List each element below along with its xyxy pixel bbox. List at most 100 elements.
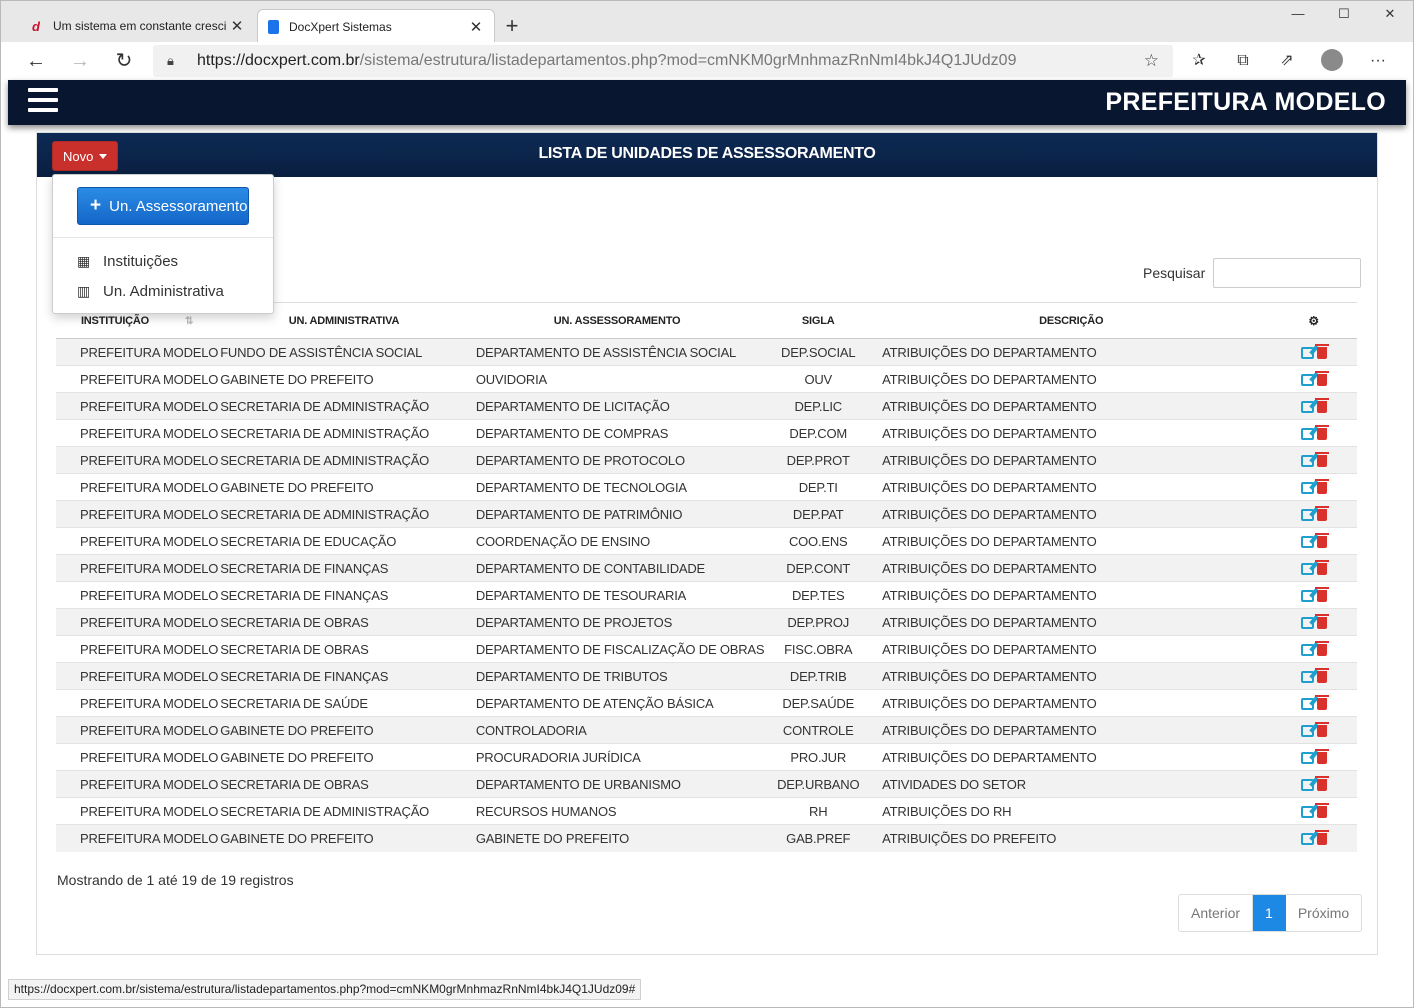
cell-sigla: DEP.PROT	[764, 446, 873, 474]
edit-icon[interactable]	[1300, 536, 1314, 549]
table-row: PREFEITURA MODELO SECRETARIA DE OBRAS DEPA…	[56, 608, 1357, 636]
column-header-un-assessoramento[interactable]: UN. ASSESSORAMENTO	[469, 302, 765, 339]
cell-un-assessoramento: CONTROLADORIA	[469, 716, 765, 744]
edit-icon[interactable]	[1300, 347, 1314, 360]
cell-un-administrativa: SECRETARIA DE ADMINISTRAÇÃO	[218, 797, 470, 825]
column-header-descricao[interactable]: DESCRIÇÃO	[872, 302, 1271, 339]
cell-un-administrativa: FUNDO DE ASSISTÊNCIA SOCIAL	[218, 338, 470, 366]
delete-icon[interactable]	[1314, 749, 1329, 765]
favorites-list-icon[interactable]: ✰	[1188, 50, 1210, 72]
edit-icon[interactable]	[1300, 617, 1314, 630]
profile-avatar-icon[interactable]	[1321, 49, 1343, 71]
cell-un-assessoramento: DEPARTAMENTO DE ASSISTÊNCIA SOCIAL	[469, 338, 765, 366]
edit-icon[interactable]	[1300, 590, 1314, 603]
close-window-icon[interactable]: ✕	[1367, 3, 1413, 25]
cell-un-administrativa: GABINETE DO PREFEITO	[218, 824, 470, 852]
cell-un-assessoramento: RECURSOS HUMANOS	[469, 797, 765, 825]
pagination-previous[interactable]: Anterior	[1179, 895, 1254, 931]
cell-un-administrativa: SECRETARIA DE EDUCAÇÃO	[218, 527, 470, 555]
delete-icon[interactable]	[1314, 695, 1329, 711]
cell-instituicao: PREFEITURA MODELO	[56, 446, 218, 474]
cell-un-assessoramento: DEPARTAMENTO DE PROTOCOLO	[469, 446, 765, 474]
site-favicon-icon: d	[32, 18, 40, 34]
edit-icon[interactable]	[1300, 401, 1314, 414]
reload-icon[interactable]: ↻	[111, 48, 137, 74]
cell-descricao: ATIVIDADES DO SETOR	[872, 770, 1271, 798]
column-header-sigla[interactable]: SIGLA	[764, 302, 873, 339]
delete-icon[interactable]	[1314, 830, 1329, 846]
row-actions	[1270, 770, 1357, 798]
edit-icon[interactable]	[1300, 563, 1314, 576]
delete-icon[interactable]	[1314, 614, 1329, 630]
edit-icon[interactable]	[1300, 482, 1314, 495]
delete-icon[interactable]	[1314, 344, 1329, 360]
address-bar[interactable]: 🔒︎ https://docxpert.com.br/sistema/estru…	[153, 45, 1173, 77]
new-tab-icon[interactable]: +	[501, 13, 523, 39]
edit-icon[interactable]	[1300, 671, 1314, 684]
edit-icon[interactable]	[1300, 752, 1314, 765]
cell-un-assessoramento: DEPARTAMENTO DE TESOURARIA	[469, 581, 765, 609]
table-row: PREFEITURA MODELO SECRETARIA DE FINANÇAS D…	[56, 554, 1357, 582]
menu-item-instituicoes[interactable]: ▦ Instituições	[77, 250, 178, 272]
close-tab-icon[interactable]: ✕	[229, 17, 245, 35]
cell-descricao: ATRIBUIÇÕES DO DEPARTAMENTO	[872, 608, 1271, 636]
edit-icon[interactable]	[1300, 644, 1314, 657]
edit-icon[interactable]	[1300, 779, 1314, 792]
hamburger-menu-icon[interactable]	[28, 88, 58, 115]
collections-icon[interactable]: ⧉	[1232, 50, 1254, 72]
delete-icon[interactable]	[1314, 722, 1329, 738]
delete-icon[interactable]	[1314, 587, 1329, 603]
cell-instituicao: PREFEITURA MODELO	[56, 689, 218, 717]
delete-icon[interactable]	[1314, 506, 1329, 522]
pagination-page-current[interactable]: 1	[1253, 895, 1286, 931]
delete-icon[interactable]	[1314, 533, 1329, 549]
edit-icon[interactable]	[1300, 698, 1314, 711]
cell-un-assessoramento: DEPARTAMENTO DE FISCALIZAÇÃO DE OBRAS	[469, 635, 765, 663]
cell-descricao: ATRIBUIÇÕES DO DEPARTAMENTO	[872, 581, 1271, 609]
delete-icon[interactable]	[1314, 479, 1329, 495]
row-actions	[1270, 473, 1357, 501]
favorite-star-icon[interactable]: ☆	[1144, 51, 1159, 71]
edit-icon[interactable]	[1300, 509, 1314, 522]
new-un-assessoramento-label: Un. Assessoramento	[109, 197, 248, 215]
back-icon[interactable]: ←	[23, 48, 49, 74]
minimize-icon[interactable]: —	[1275, 3, 1321, 25]
menu-item-un-administrativa[interactable]: ▥ Un. Administrativa	[77, 280, 224, 302]
edit-icon[interactable]	[1300, 428, 1314, 441]
page-title: LISTA DE UNIDADES DE ASSESSORAMENTO	[538, 145, 876, 162]
delete-icon[interactable]	[1314, 560, 1329, 576]
delete-icon[interactable]	[1314, 776, 1329, 792]
browser-tab-bar: d Um sistema em constante cresci ✕ DocXp…	[0, 0, 1414, 43]
close-tab-icon[interactable]: ✕	[468, 18, 484, 36]
delete-icon[interactable]	[1314, 803, 1329, 819]
delete-icon[interactable]	[1314, 452, 1329, 468]
cell-descricao: ATRIBUIÇÕES DO DEPARTAMENTO	[872, 527, 1271, 555]
delete-icon[interactable]	[1314, 641, 1329, 657]
delete-icon[interactable]	[1314, 371, 1329, 387]
delete-icon[interactable]	[1314, 398, 1329, 414]
cell-descricao: ATRIBUIÇÕES DO DEPARTAMENTO	[872, 500, 1271, 528]
browser-tab-active[interactable]: DocXpert Sistemas ✕	[257, 9, 495, 43]
new-un-assessoramento-button[interactable]: + Un. Assessoramento	[77, 187, 249, 225]
edit-icon[interactable]	[1300, 806, 1314, 819]
share-icon[interactable]: ⇗	[1276, 50, 1298, 72]
search-area: Pesquisar	[1143, 258, 1362, 288]
edit-icon[interactable]	[1300, 374, 1314, 387]
cell-un-assessoramento: COORDENAÇÃO DE ENSINO	[469, 527, 765, 555]
edit-icon[interactable]	[1300, 725, 1314, 738]
menu-item-label: Un. Administrativa	[103, 282, 224, 300]
search-input[interactable]	[1213, 258, 1362, 288]
forward-icon[interactable]: →	[67, 48, 93, 74]
sort-icon[interactable]: ⇅	[185, 316, 193, 327]
delete-icon[interactable]	[1314, 668, 1329, 684]
maximize-icon[interactable]: ☐	[1321, 3, 1367, 25]
pagination-next[interactable]: Próximo	[1286, 895, 1361, 931]
delete-icon[interactable]	[1314, 425, 1329, 441]
browser-tab-inactive[interactable]: d Um sistema em constante cresci ✕	[19, 9, 255, 43]
app-title: PREFEITURA MODELO	[1105, 88, 1386, 116]
cell-sigla: DEP.PAT	[764, 500, 873, 528]
edit-icon[interactable]	[1300, 455, 1314, 468]
cell-un-administrativa: SECRETARIA DE OBRAS	[218, 608, 470, 636]
more-menu-icon[interactable]: ···	[1367, 50, 1389, 72]
edit-icon[interactable]	[1300, 833, 1314, 846]
